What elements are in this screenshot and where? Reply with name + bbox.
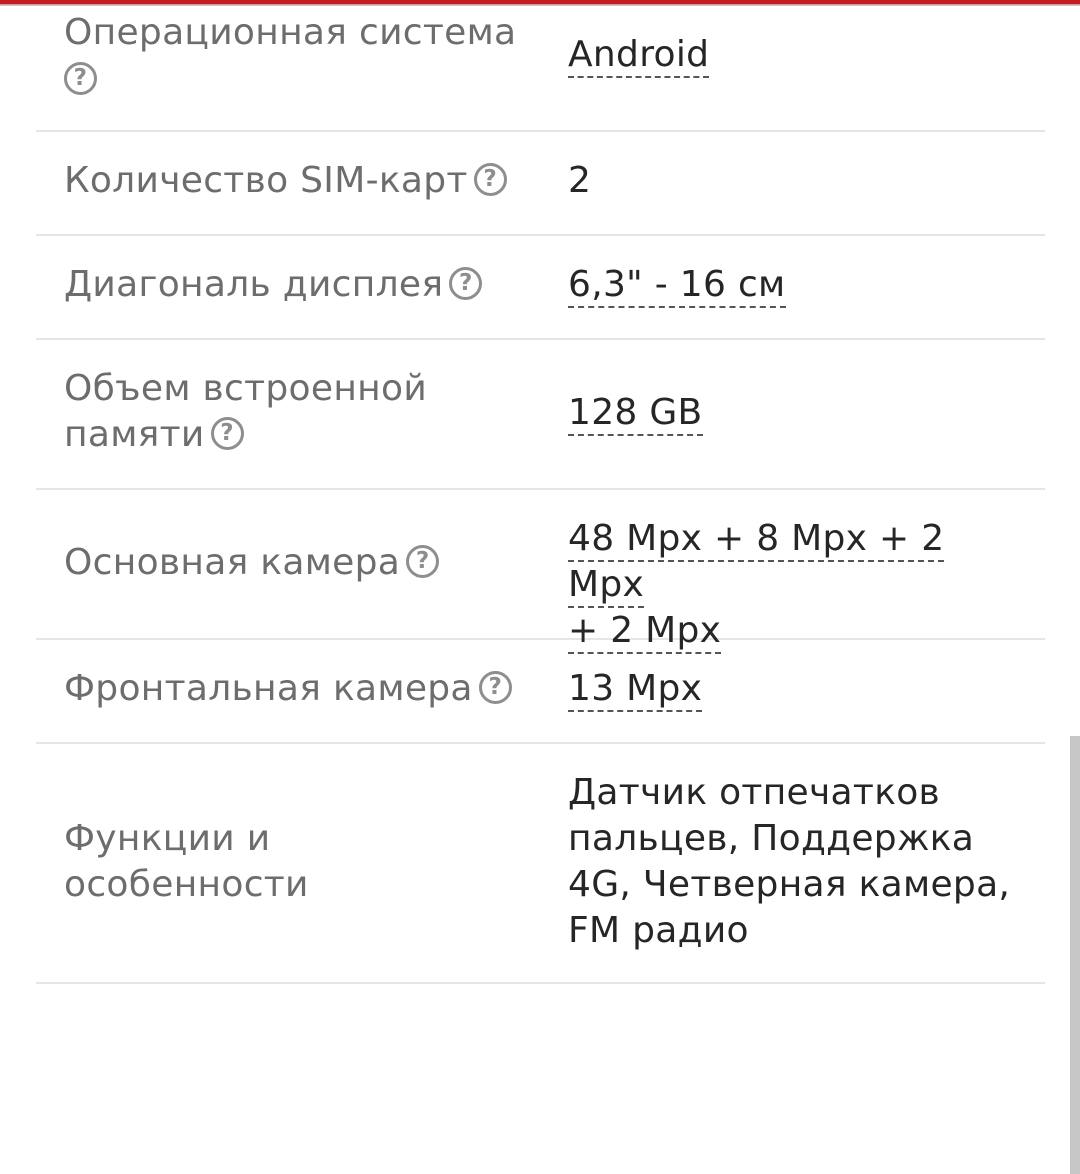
spec-value-text: 2 [568,160,592,201]
spec-label-text: особенности [64,864,309,905]
spec-label-text: Операционная система [64,12,517,53]
spec-value: 6,3" - 16 см [568,262,1018,308]
spec-label: Количество SIM-карт? [64,158,534,204]
spec-value-text: пальцев, Поддержка [568,818,975,859]
spec-row-features: Функции и особенности Датчик отпечатков … [36,744,1045,984]
spec-value-text: FM радио [568,910,749,951]
spec-value: Датчик отпечатков пальцев, Поддержка 4G,… [568,770,1018,954]
spec-label: Диагональ дисплея? [64,262,534,308]
spec-label-text: Функции и [64,818,271,859]
help-icon[interactable]: ? [478,670,512,704]
spec-value-link[interactable]: 6,3" - 16 см [568,264,786,308]
spec-value-link[interactable]: 13 Mpx [568,668,703,712]
help-icon[interactable]: ? [473,162,507,196]
help-icon[interactable]: ? [449,266,483,300]
spec-value-link[interactable]: 128 GB [568,392,703,436]
spec-row-storage: Объем встроенной памяти? 128 GB [36,340,1045,490]
spec-label: Основная камера? [64,540,534,586]
spec-label-text: Диагональ дисплея [64,264,444,305]
spec-row-os: Операционная система ? Android [36,0,1045,132]
spec-label: Фронтальная камера? [64,666,534,712]
spec-label-text: памяти [64,414,205,455]
spec-value: Android [568,32,1018,78]
spec-label: Операционная система ? [64,10,534,102]
help-icon[interactable]: ? [210,416,244,450]
spec-row-sim: Количество SIM-карт? 2 [36,132,1045,236]
spec-value-text: 4G, Четверная камера, [568,864,1011,905]
spec-label: Функции и особенности [64,816,534,908]
spec-label-text: Количество SIM-карт [64,160,468,201]
spec-row-main-camera: Основная камера? 48 Mpx + 8 Mpx + 2 Mpx … [36,490,1045,654]
spec-value: 13 Mpx [568,666,1018,712]
spec-value-link[interactable]: 48 Mpx + 8 Mpx + 2 Mpx [568,518,945,608]
scrollbar[interactable] [1070,736,1080,1174]
spec-value: 48 Mpx + 8 Mpx + 2 Mpx + 2 Mpx [568,516,1018,654]
spec-label-text: Основная камера [64,542,401,583]
spec-row-front-camera: Фронтальная камера? 13 Mpx [36,640,1045,744]
spec-label-text: Объем встроенной [64,368,428,409]
spec-value: 128 GB [568,390,1018,436]
spec-value-link[interactable]: Android [568,34,710,78]
spec-label-text: Фронтальная камера [64,668,473,709]
spec-value-text: Датчик отпечатков [568,772,941,813]
help-icon[interactable]: ? [406,544,440,578]
help-icon[interactable]: ? [64,61,97,95]
spec-label: Объем встроенной памяти? [64,366,534,458]
spec-value: 2 [568,158,1018,204]
spec-row-display: Диагональ дисплея? 6,3" - 16 см [36,236,1045,340]
